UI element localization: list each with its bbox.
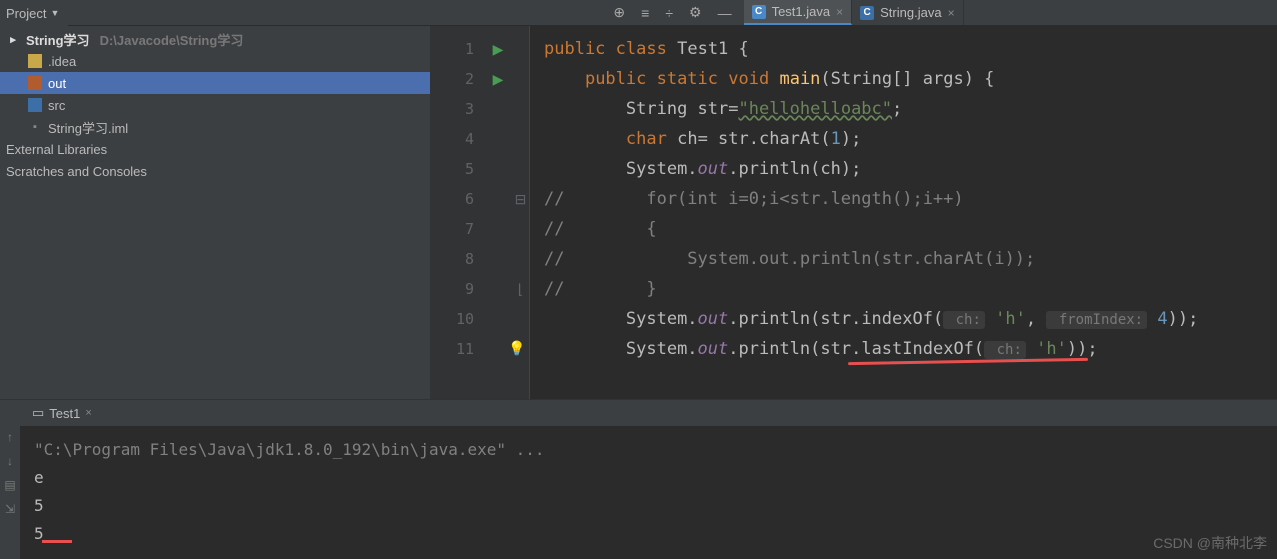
tree-external-libs[interactable]: External Libraries [0, 138, 430, 160]
line-number: 10 [430, 304, 484, 334]
run-tool-window: ↑ ↓ ▤ ⇲ ▭ Test1 × "C:\Program Files\Java… [0, 399, 1277, 559]
console-command: "C:\Program Files\Java\jdk1.8.0_192\bin\… [34, 436, 1263, 464]
tree-root-name: String学习 [26, 30, 90, 49]
fold-end[interactable]: ⌊ [512, 274, 529, 304]
tree-root-path: D:\Javacode\String学习 [100, 30, 244, 49]
annotation-underline [42, 540, 72, 543]
tree-root[interactable]: ▸ String学习 D:\Javacode\String学习 [0, 28, 430, 50]
tree-item-label: Scratches and Consoles [6, 164, 147, 179]
console-line: e [34, 464, 1263, 492]
run-icon[interactable]: ▶ [493, 71, 504, 88]
line-number: 6 [430, 184, 484, 214]
line-number: 11 [430, 334, 484, 364]
line-number: 5 [430, 154, 484, 184]
intention-bulb-icon[interactable]: 💡 [508, 340, 525, 357]
line-number: 8 [430, 244, 484, 274]
filter-icon[interactable]: ▤ [4, 478, 15, 492]
chevron-down-icon: ▼ [50, 8, 59, 18]
project-tool-label[interactable]: Project ▼ [0, 0, 68, 26]
tree-item-label: .idea [48, 54, 76, 69]
hide-icon[interactable]: — [718, 5, 732, 21]
toolbar-spacer [68, 0, 601, 26]
code-content[interactable]: public class Test1 { public static void … [530, 26, 1277, 399]
close-icon[interactable]: × [836, 5, 843, 19]
line-number: 4 [430, 124, 484, 154]
run-side-toolbar: ↑ ↓ ▤ ⇲ [0, 400, 20, 559]
file-icon: ▪ [28, 120, 42, 134]
tree-item-label: String学习.iml [48, 118, 128, 137]
collapse-icon[interactable]: ÷ [665, 5, 673, 21]
line-number: 9 [430, 274, 484, 304]
run-tabs: ▭ Test1 × [20, 400, 1277, 426]
sort-icon[interactable]: ≡ [641, 5, 649, 21]
tab-string[interactable]: C String.java × [852, 0, 963, 25]
editor-tabs: C Test1.java × C String.java × [744, 0, 1277, 26]
console-line: 5 [34, 492, 1263, 520]
tab-label: String.java [880, 5, 941, 20]
java-class-icon: C [752, 5, 766, 19]
watermark-text: CSDN @南种北李 [1153, 533, 1267, 553]
run-tab-label: Test1 [49, 406, 80, 421]
run-tab[interactable]: ▭ Test1 × [26, 405, 98, 421]
project-label-text: Project [6, 6, 46, 21]
close-icon[interactable]: × [948, 6, 955, 20]
fold-marker[interactable]: ⊟ [512, 184, 529, 214]
folder-icon [28, 54, 42, 68]
folder-icon: ▸ [6, 32, 20, 46]
line-number: 2 [430, 64, 484, 94]
run-config-icon: ▭ [32, 405, 44, 421]
line-number: 3 [430, 94, 484, 124]
up-icon[interactable]: ↑ [7, 430, 13, 444]
export-icon[interactable]: ⇲ [5, 502, 15, 516]
folder-icon [28, 76, 42, 90]
tab-label: Test1.java [772, 4, 831, 19]
java-class-icon: C [860, 6, 874, 20]
console-line: 5 [34, 520, 1263, 548]
tree-item-label: External Libraries [6, 142, 107, 157]
run-icon[interactable]: ▶ [493, 41, 504, 58]
tree-item-src[interactable]: src [0, 94, 430, 116]
folder-icon [28, 98, 42, 112]
tree-item-iml[interactable]: ▪ String学习.iml [0, 116, 430, 138]
line-number-gutter: 1 2 3 4 5 6 7 8 9 10 11 [430, 26, 484, 399]
down-icon[interactable]: ↓ [7, 454, 13, 468]
gear-icon[interactable]: ⚙ [689, 4, 702, 21]
console-output[interactable]: "C:\Program Files\Java\jdk1.8.0_192\bin\… [20, 426, 1277, 558]
project-toolbar: ⊕ ≡ ÷ ⚙ — [601, 0, 743, 26]
line-number: 1 [430, 34, 484, 64]
line-number: 7 [430, 214, 484, 244]
tree-scratches[interactable]: Scratches and Consoles [0, 160, 430, 182]
tree-item-label: src [48, 98, 65, 113]
tree-item-label: out [48, 76, 66, 91]
project-tree: ▸ String学习 D:\Javacode\String学习 .idea ou… [0, 26, 430, 399]
target-icon[interactable]: ⊕ [613, 4, 625, 21]
code-editor[interactable]: 1 2 3 4 5 6 7 8 9 10 11 ▶ ▶ ⊟ ⌊ public c… [430, 26, 1277, 399]
tree-item-idea[interactable]: .idea [0, 50, 430, 72]
tab-test1[interactable]: C Test1.java × [744, 0, 853, 25]
tree-item-out[interactable]: out [0, 72, 430, 94]
close-icon[interactable]: × [85, 407, 91, 419]
